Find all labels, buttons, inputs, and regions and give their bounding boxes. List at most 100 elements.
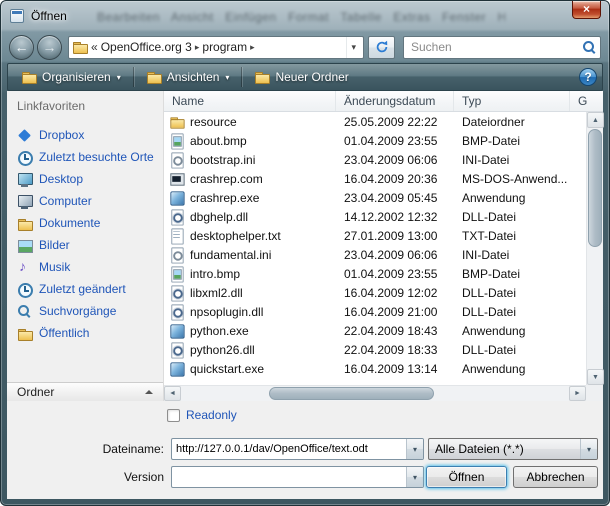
file-row[interactable]: fundamental.ini 23.04.2009 06:06 INI-Dat… [164, 245, 586, 264]
sidebar-item-music[interactable]: Musik [17, 256, 161, 278]
sidebar-item-searches[interactable]: Suchvorgänge [17, 300, 161, 322]
file-name: python26.dll [190, 343, 336, 357]
breadcrumb-item[interactable]: OpenOffice.org 3 [101, 40, 192, 54]
scroll-left-icon[interactable] [164, 386, 181, 401]
breadcrumb[interactable]: OpenOffice.org 3 program [68, 36, 364, 59]
sidebar-item-public[interactable]: Öffentlich [17, 322, 161, 344]
sidebar-item-documents[interactable]: Dokumente [17, 212, 161, 234]
sidebar-item-computer[interactable]: Computer [17, 190, 161, 212]
chevron-up-icon [145, 390, 153, 394]
column-header-date[interactable]: Änderungsdatum [336, 91, 454, 111]
file-type: INI-Datei [454, 248, 586, 262]
sidebar-item-dropbox[interactable]: Dropbox [17, 124, 161, 146]
file-date: 16.04.2009 21:00 [336, 305, 454, 319]
file-name: dbghelp.dll [190, 210, 336, 224]
public-folder-icon [17, 326, 32, 341]
sidebar: Linkfavoriten Dropbox Zuletzt besuchte O… [7, 91, 163, 401]
open-dialog-window: Bearbeiten Ansicht Einfügen Format Tabel… [0, 0, 610, 506]
file-row[interactable]: npsoplugin.dll 16.04.2009 21:00 DLL-Date… [164, 302, 586, 321]
file-date: 16.04.2009 20:36 [336, 172, 454, 186]
sidebar-item-label: Zuletzt besuchte Orte [39, 150, 154, 164]
views-button[interactable]: Ansichten [138, 65, 238, 89]
horizontal-scrollbar[interactable] [164, 385, 586, 401]
file-row[interactable]: quickstart.exe 16.04.2009 13:14 Anwendun… [164, 359, 586, 378]
cancel-button[interactable]: Abbrechen [513, 466, 598, 488]
file-name: fundamental.ini [190, 248, 336, 262]
sidebar-item-recent-places[interactable]: Zuletzt besuchte Orte [17, 146, 161, 168]
file-row[interactable]: dbghelp.dll 14.12.2002 12:32 DLL-Datei [164, 207, 586, 226]
version-dropdown-icon[interactable] [406, 467, 423, 487]
sidebar-item-label: Dropbox [39, 128, 84, 142]
computer-icon [17, 194, 32, 209]
file-row[interactable]: intro.bmp 01.04.2009 23:55 BMP-Datei [164, 264, 586, 283]
readonly-checkbox[interactable] [167, 409, 180, 422]
filename-combobox [171, 438, 424, 460]
column-header-name[interactable]: Name [164, 91, 336, 111]
sidebar-item-desktop[interactable]: Desktop [17, 168, 161, 190]
organize-button[interactable]: Organisieren [13, 65, 129, 89]
sidebar-item-recently-changed[interactable]: Zuletzt geändert [17, 278, 161, 300]
desktop-icon [17, 172, 32, 187]
scroll-up-icon[interactable] [587, 112, 604, 128]
search-icon[interactable] [582, 40, 596, 54]
dll-file-icon [169, 209, 184, 224]
filetype-dropdown-icon[interactable] [580, 439, 597, 459]
filetype-value: Alle Dateien (*.*) [429, 442, 580, 456]
column-header-type[interactable]: Typ [454, 91, 570, 111]
scroll-down-icon[interactable] [587, 369, 604, 385]
close-button[interactable]: × [572, 1, 601, 19]
file-name: libxml2.dll [190, 286, 336, 300]
new-folder-button[interactable]: Neuer Ordner [246, 65, 356, 89]
search-input[interactable] [411, 40, 582, 54]
filename-input[interactable] [172, 443, 406, 455]
breadcrumb-overflow-icon[interactable] [91, 40, 98, 54]
file-name: python.exe [190, 324, 336, 338]
views-label: Ansichten [167, 70, 220, 84]
breadcrumb-separator-icon[interactable] [250, 42, 255, 53]
folders-band[interactable]: Ordner [7, 382, 163, 401]
views-icon [146, 69, 162, 85]
bottom-panel: Readonly Dateiname: Alle Dateien (*.*) V… [7, 401, 603, 499]
filename-dropdown-icon[interactable] [406, 439, 423, 459]
file-row[interactable]: desktophelper.txt 27.01.2009 13:00 TXT-D… [164, 226, 586, 245]
window-title: Öffnen [31, 9, 67, 23]
back-button[interactable] [9, 35, 34, 60]
file-row[interactable]: crashrep.exe 23.04.2009 05:45 Anwendung [164, 188, 586, 207]
vertical-scrollbar[interactable] [586, 112, 603, 385]
forward-button[interactable] [37, 35, 62, 60]
file-row[interactable]: resource 25.05.2009 22:22 Dateiordner [164, 112, 586, 131]
file-row[interactable]: bootstrap.ini 23.04.2009 06:06 INI-Datei [164, 150, 586, 169]
command-toolbar: Organisieren Ansichten Neuer Ordner ? [7, 63, 603, 91]
file-type: Anwendung [454, 324, 586, 338]
file-name: bootstrap.ini [190, 153, 336, 167]
sidebar-item-label: Bilder [39, 238, 70, 252]
file-row[interactable]: python.exe 22.04.2009 18:43 Anwendung [164, 321, 586, 340]
breadcrumb-item[interactable]: program [202, 40, 247, 54]
version-combobox[interactable] [171, 466, 424, 488]
file-type: DLL-Datei [454, 343, 586, 357]
readonly-option[interactable]: Readonly [167, 408, 237, 422]
file-row[interactable]: libxml2.dll 16.04.2009 12:02 DLL-Datei [164, 283, 586, 302]
chevron-down-icon [225, 73, 229, 82]
column-header-size[interactable]: G [570, 91, 603, 111]
refresh-button[interactable] [368, 36, 395, 59]
file-date: 01.04.2009 23:55 [336, 267, 454, 281]
breadcrumb-separator-icon[interactable] [195, 42, 200, 53]
scroll-right-icon[interactable] [569, 386, 586, 401]
bmp-file-icon [169, 133, 184, 148]
vertical-scrollbar-thumb[interactable] [588, 129, 602, 247]
searches-icon [17, 304, 32, 319]
dll-file-icon [169, 285, 184, 300]
music-icon [17, 260, 32, 275]
filetype-dropdown[interactable]: Alle Dateien (*.*) [428, 438, 598, 460]
sidebar-item-pictures[interactable]: Bilder [17, 234, 161, 256]
breadcrumb-dropdown-icon[interactable] [346, 37, 360, 58]
help-button[interactable]: ? [579, 68, 597, 86]
horizontal-scrollbar-thumb[interactable] [269, 387, 434, 400]
file-row[interactable]: python26.dll 22.04.2009 18:33 DLL-Datei [164, 340, 586, 359]
version-input[interactable] [172, 471, 406, 483]
file-row[interactable]: about.bmp 01.04.2009 23:55 BMP-Datei [164, 131, 586, 150]
open-button[interactable]: Öffnen [426, 466, 507, 488]
file-row[interactable]: crashrep.com 16.04.2009 20:36 MS-DOS-Anw… [164, 169, 586, 188]
ini-file-icon [169, 247, 184, 262]
